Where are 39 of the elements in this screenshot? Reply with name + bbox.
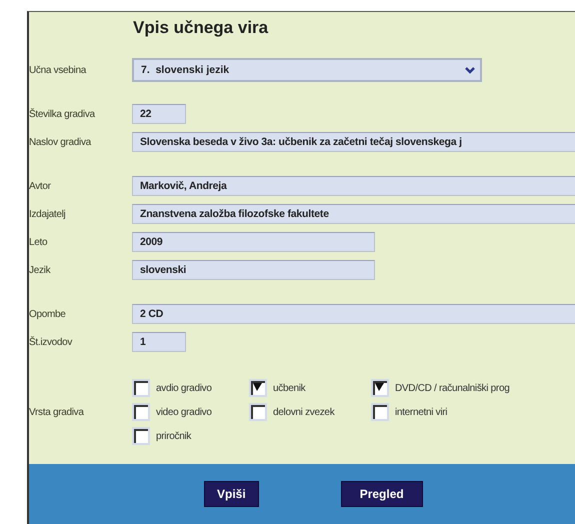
field-label: Naslov gradiva [29, 136, 92, 148]
field-label: Leto [29, 236, 48, 248]
form-title: Vpis učnega vira [133, 18, 268, 38]
subject-select[interactable]: 7. slovenski jezik [132, 58, 482, 82]
input-field[interactable]: 22 [132, 104, 186, 124]
checkbox[interactable] [249, 403, 267, 421]
input-field[interactable]: 2 CD [132, 304, 575, 324]
input-field[interactable]: Znanstvena založba filozofske fakultete [132, 204, 575, 224]
checkbox[interactable] [132, 403, 150, 421]
checkbox[interactable] [371, 403, 389, 421]
checkbox-option[interactable]: priročnik [132, 427, 249, 445]
submit-button[interactable]: Vpiši [204, 481, 259, 507]
checkbox[interactable] [132, 427, 150, 445]
check-mark-icon [253, 383, 263, 392]
input-field[interactable]: Slovenska beseda v živo 3a: učbenik za začetni tečaj slovenskega j [132, 132, 575, 152]
checkbox-option[interactable]: učbenik [249, 379, 371, 397]
field-label: Učna vsebina [29, 64, 88, 76]
review-button[interactable]: Pregled [340, 481, 423, 507]
field-label: Št.izvodov [29, 336, 74, 348]
field-label: Opombe [29, 308, 67, 320]
input-field[interactable]: Markovič, Andreja [132, 176, 575, 196]
field-label: Avtor [29, 180, 52, 192]
checkbox[interactable] [249, 379, 267, 397]
field-label: Vrsta gradiva [29, 406, 85, 418]
checkbox-option[interactable]: internetni viri [371, 403, 510, 421]
check-mark-icon [375, 383, 385, 392]
field-label: Številka gradiva [29, 108, 96, 120]
input-field[interactable]: 2009 [132, 232, 375, 252]
input-field[interactable]: 1 [132, 332, 186, 352]
checkbox-option[interactable]: video gradivo [132, 403, 249, 421]
field-label: Izdajatelj [29, 208, 66, 220]
checkbox-option[interactable]: avdio gradivo [132, 379, 249, 397]
checkbox[interactable] [371, 379, 389, 397]
checkbox[interactable] [132, 379, 150, 397]
field-label: Jezik [29, 264, 52, 276]
checkbox-option[interactable]: delovni zvezek [249, 403, 371, 421]
dropdown-caret-icon [464, 65, 476, 75]
input-field[interactable]: slovenski [132, 260, 375, 280]
checkbox-option[interactable]: DVD/CD / računalniški prog [371, 379, 510, 397]
